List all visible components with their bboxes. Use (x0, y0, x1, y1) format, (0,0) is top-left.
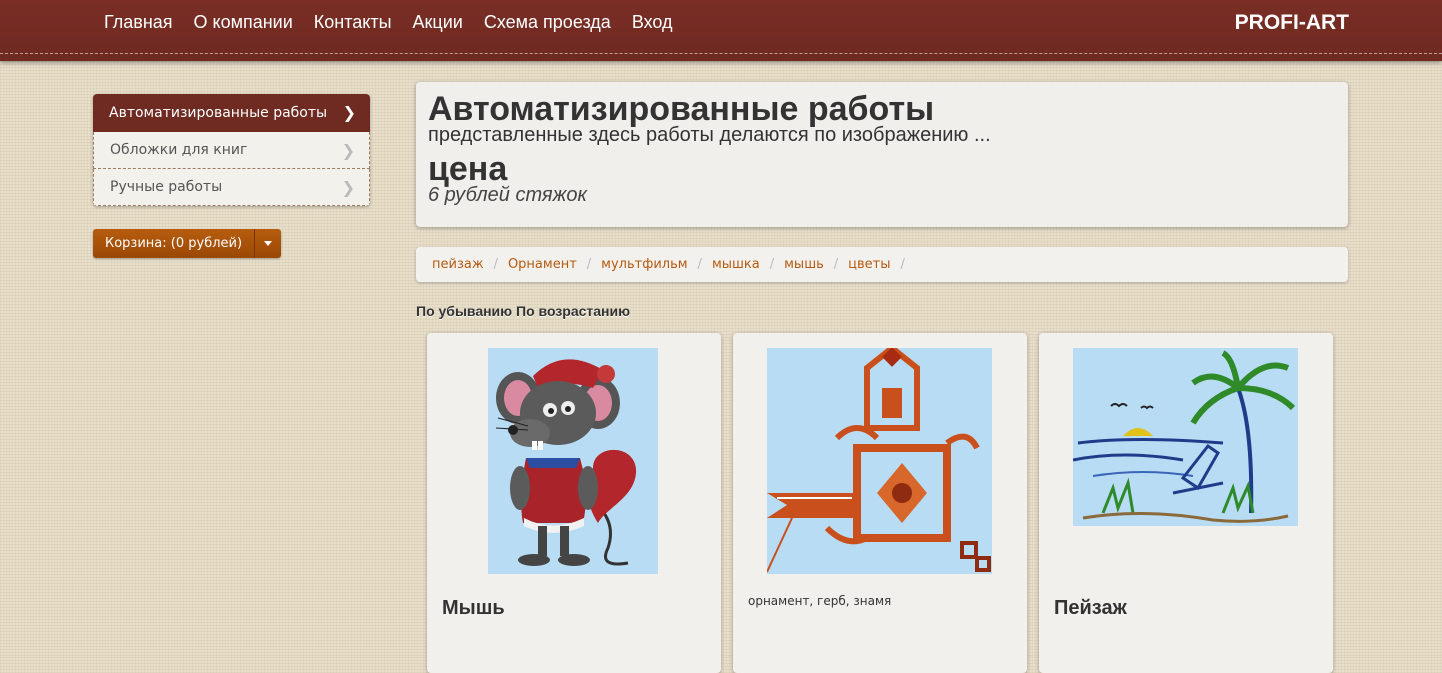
embroidered-landscape-image[interactable] (1073, 348, 1298, 526)
navbar-divider (0, 53, 1442, 54)
chevron-right-icon: ❯ (341, 141, 355, 160)
category-item-handmade[interactable]: Ручные работы ❯ (93, 169, 370, 206)
nav-link-contacts[interactable]: Контакты (314, 12, 392, 33)
product-title[interactable]: Пейзаж (1054, 597, 1127, 620)
category-header: Автоматизированные работы представленные… (416, 82, 1348, 227)
tag-separator: / (833, 257, 839, 272)
nav-link-login[interactable]: Вход (632, 12, 673, 33)
embroidered-ornament-image[interactable] (767, 348, 992, 574)
tag-landscape[interactable]: пейзаж (432, 257, 484, 272)
product-title[interactable]: Мышь (442, 597, 505, 620)
nav-link-promotions[interactable]: Акции (413, 12, 463, 33)
tag-mouse[interactable]: мышь (784, 257, 824, 272)
tag-breadcrumb: пейзаж / Орнамент / мультфильм / мышка /… (416, 247, 1348, 282)
nav-link-directions[interactable]: Схема проезда (484, 12, 611, 33)
category-item-book-covers[interactable]: Обложки для книг ❯ (93, 132, 370, 169)
category-item-label: Ручные работы (110, 179, 223, 195)
nav-link-home[interactable]: Главная (104, 12, 173, 33)
cart-button-group: Корзина: (0 рублей) (93, 229, 282, 258)
price-value: 6 рублей стяжок (428, 184, 587, 206)
cart-button[interactable]: Корзина: (0 рублей) (93, 229, 255, 258)
chevron-right-icon: ❯ (342, 103, 356, 122)
product-card[interactable]: орнамент, герб, знамя (733, 333, 1027, 673)
tag-cartoon[interactable]: мультфильм (601, 257, 687, 272)
chevron-right-icon: ❯ (341, 178, 355, 197)
nav-link-about[interactable]: О компании (194, 12, 293, 33)
brand-logo[interactable]: PROFI-ART (1235, 11, 1349, 35)
tag-separator: / (586, 257, 592, 272)
category-item-label: Обложки для книг (110, 142, 248, 158)
sort-ascending-link[interactable]: По возрастанию (516, 303, 630, 319)
tag-separator: / (697, 257, 702, 272)
tag-separator: / (769, 257, 775, 272)
category-item-label: Автоматизированные работы (109, 105, 328, 121)
nav-links: Главная О компании Контакты Акции Схема … (104, 12, 694, 33)
category-menu: Автоматизированные работы ❯ Обложки для … (93, 94, 370, 206)
page-subtitle: представленные здесь работы делаются по … (428, 124, 991, 146)
sort-descending-link[interactable]: По убыванию (416, 303, 512, 319)
tag-ornament[interactable]: Орнамент (508, 257, 577, 272)
cart-dropdown-toggle[interactable] (254, 229, 282, 258)
tag-separator: / (493, 257, 498, 272)
product-card[interactable]: Пейзаж (1039, 333, 1333, 673)
top-navbar: Главная О компании Контакты Акции Схема … (0, 0, 1442, 61)
tag-flowers[interactable]: цветы (848, 257, 890, 272)
sort-controls: По убыванию По возрастанию (416, 303, 630, 319)
product-card[interactable]: Мышь (427, 333, 721, 673)
embroidered-mouse-image[interactable] (488, 348, 658, 574)
category-item-automated[interactable]: Автоматизированные работы ❯ (93, 94, 370, 132)
tag-little-mouse[interactable]: мышка (712, 257, 760, 272)
tag-separator: / (900, 257, 905, 272)
product-description: орнамент, герб, знамя (748, 594, 892, 608)
